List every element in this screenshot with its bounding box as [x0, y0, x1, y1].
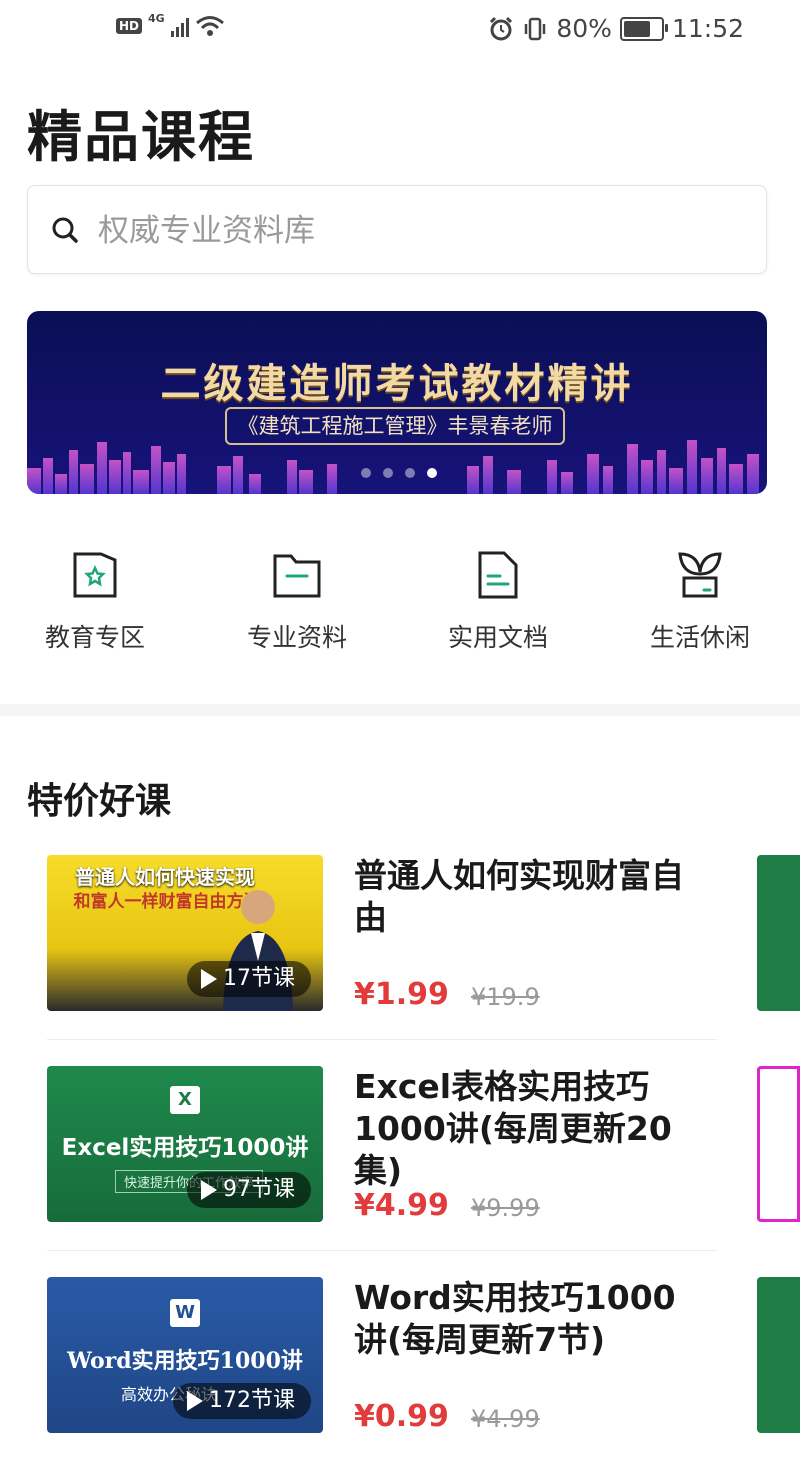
original-price: ¥4.99 — [471, 1405, 540, 1433]
city-skyline-graphic — [27, 440, 759, 494]
next-course-peek[interactable] — [757, 1066, 800, 1222]
document-icon — [478, 551, 518, 599]
section-title: 特价好课 — [27, 781, 172, 822]
search-bar[interactable] — [27, 185, 767, 274]
category-documents[interactable]: 实用文档 — [398, 540, 598, 654]
category-professional[interactable]: 专业资料 — [197, 540, 397, 654]
original-price: ¥9.99 — [471, 1194, 540, 1222]
course-thumbnail[interactable]: 普通人如何快速实现 和富人一样财富自由方法 17节课 — [47, 855, 323, 1011]
play-icon — [201, 969, 217, 989]
lesson-count: 172节课 — [209, 1388, 295, 1413]
sale-price: ¥1.99 — [354, 977, 449, 1012]
section-divider — [0, 704, 800, 716]
carousel-dot[interactable] — [405, 468, 415, 478]
row-separator — [47, 1039, 717, 1040]
search-icon — [52, 217, 78, 243]
course-thumbnail[interactable]: W Word实用技巧1000讲 高效办公秘诀 172节课 — [47, 1277, 323, 1433]
carousel-dot[interactable] — [361, 468, 371, 478]
banner-title: 二级建造师考试教材精讲 — [160, 361, 634, 407]
category-label: 生活休闲 — [649, 623, 750, 652]
course-thumbnail[interactable]: X Excel实用技巧1000讲 快速提升你的工作效率 97节课 — [47, 1066, 323, 1222]
lesson-count-badge: 97节课 — [187, 1172, 311, 1208]
vibrate-icon — [525, 17, 546, 40]
course-card[interactable]: 普通人如何快速实现 和富人一样财富自由方法 17节课 普通人如何实现财富自由 ¥… — [47, 855, 727, 1012]
clock: 11:52 — [671, 14, 744, 43]
excel-badge-letter: X — [178, 1089, 192, 1110]
lesson-count-badge: 17节课 — [187, 961, 311, 997]
sale-price: ¥4.99 — [354, 1188, 449, 1223]
next-course-peek[interactable] — [757, 855, 800, 1011]
lesson-count: 17节课 — [223, 966, 295, 991]
page-title: 精品课程 — [27, 105, 256, 169]
lesson-count-badge: 172节课 — [173, 1383, 311, 1419]
folder-icon — [273, 554, 321, 598]
word-icon: W — [170, 1299, 200, 1327]
category-education[interactable]: 教育专区 — [0, 540, 195, 654]
word-badge-letter: W — [175, 1302, 195, 1323]
carousel-dot[interactable] — [383, 468, 393, 478]
thumb-headline: Word实用技巧1000讲 — [67, 1348, 303, 1374]
course-title[interactable]: Word实用技巧1000讲(每周更新7节) — [354, 1277, 704, 1361]
category-label: 实用文档 — [447, 623, 548, 652]
search-input[interactable] — [96, 204, 740, 258]
course-card[interactable]: X Excel实用技巧1000讲 快速提升你的工作效率 97节课 Excel表格… — [47, 1066, 727, 1223]
signal-icon — [170, 15, 189, 37]
alarm-icon — [490, 16, 513, 40]
carousel-indicators[interactable] — [361, 468, 437, 478]
battery-percent: 80% — [556, 14, 612, 43]
course-title[interactable]: 普通人如何实现财富自由 — [354, 855, 704, 939]
play-icon — [201, 1180, 217, 1200]
battery-icon — [619, 16, 668, 41]
sale-price: ¥0.99 — [354, 1399, 449, 1434]
excel-icon: X — [170, 1086, 200, 1114]
carousel-dot[interactable] — [427, 468, 437, 478]
network-type: 4G — [148, 11, 165, 25]
promo-banner[interactable]: 二级建造师考试教材精讲 《建筑工程施工管理》丰景春老师 — [27, 311, 767, 494]
course-title[interactable]: Excel表格实用技巧1000讲(每周更新20集) — [354, 1066, 704, 1192]
row-separator — [47, 1250, 717, 1251]
plant-icon — [678, 552, 722, 598]
course-card[interactable]: W Word实用技巧1000讲 高效办公秘诀 172节课 Word实用技巧100… — [47, 1277, 727, 1434]
next-course-peek[interactable] — [757, 1277, 800, 1433]
category-leisure[interactable]: 生活休闲 — [600, 540, 800, 654]
original-price: ¥19.9 — [471, 983, 540, 1011]
thumb-headline: Excel实用技巧1000讲 — [61, 1135, 309, 1161]
wifi-icon — [195, 16, 224, 36]
status-bar: HD 4G 80% 11:52 — [0, 0, 800, 60]
category-label: 专业资料 — [246, 623, 347, 652]
category-label: 教育专区 — [44, 623, 145, 652]
hd-icon: HD — [116, 18, 143, 34]
star-folder-icon — [73, 552, 117, 598]
lesson-count: 97节课 — [223, 1177, 295, 1202]
play-icon — [187, 1391, 203, 1411]
category-row: 教育专区 专业资料 实用文档 生活休闲 — [0, 540, 800, 670]
